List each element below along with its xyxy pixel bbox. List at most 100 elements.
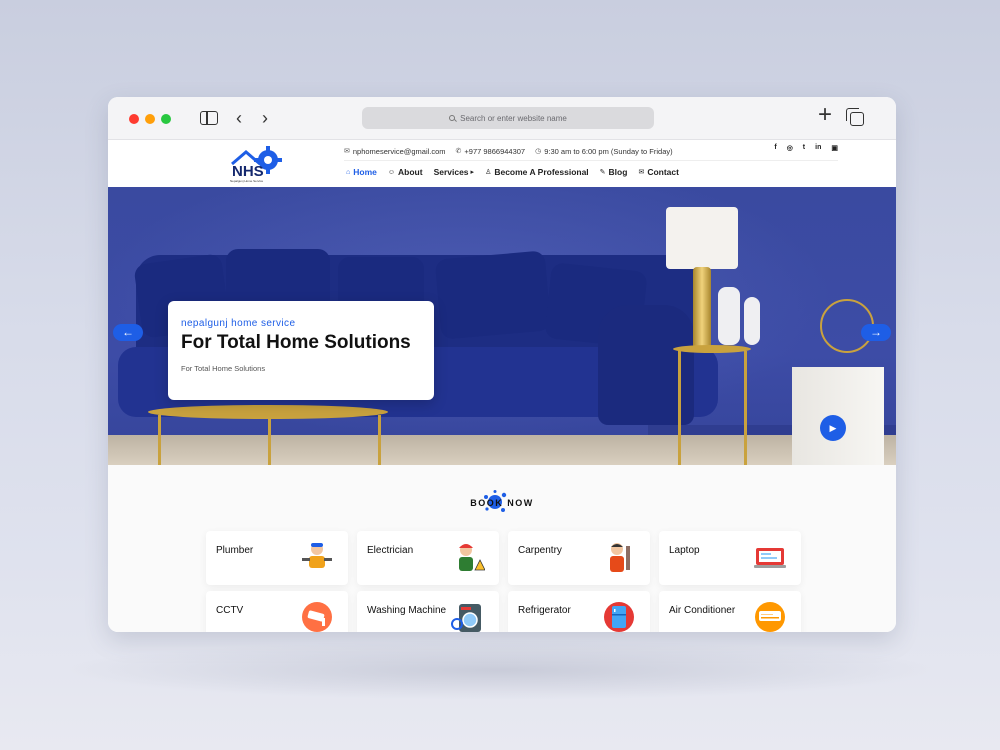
side-table-leg [678, 351, 681, 465]
side-table-leg [744, 351, 747, 465]
user-icon: ♙ [485, 169, 492, 176]
address-bar-placeholder: Search or enter website name [460, 113, 567, 123]
phone-text: +977 9866944307 [464, 146, 526, 156]
nav-label: Home [353, 167, 377, 177]
laptop-icon [754, 548, 786, 568]
vase [744, 297, 760, 345]
site-header: NHS Nepalgunj Home Service ✉ nphomeservi… [108, 140, 896, 187]
lamp-shade [666, 207, 738, 269]
search-icon [449, 115, 456, 121]
nav-label: About [398, 167, 423, 177]
phone-item[interactable]: ✆ +977 9866944307 [456, 147, 526, 156]
header-divider [344, 160, 838, 161]
coffee-table [148, 405, 388, 419]
twitter-icon[interactable]: t [803, 144, 805, 152]
book-now-section: BOOK NOW Plumber Electrician Carpentry L… [108, 465, 896, 632]
lamp-base [693, 267, 711, 349]
cctv-icon [302, 602, 332, 632]
nav-item-about[interactable]: ☺ About [388, 167, 423, 177]
service-label: Plumber [216, 545, 254, 556]
backdrop-shadow [60, 640, 940, 700]
instagram-icon[interactable]: ◎ [787, 144, 793, 152]
linkedin-icon[interactable]: in [815, 144, 821, 152]
youtube-icon[interactable]: ▣ [831, 144, 838, 152]
side-table [673, 345, 751, 353]
electrician-icon [459, 544, 485, 571]
sofa-pillow [434, 250, 552, 340]
slider-prev-button[interactable]: ← [113, 324, 143, 341]
back-arrow-icon[interactable]: ‹ [236, 109, 242, 127]
svg-text:Nepalgunj Home Service: Nepalgunj Home Service [230, 179, 264, 183]
book-now-title: BOOK NOW [470, 498, 534, 508]
phone-icon: ✆ [455, 148, 462, 155]
service-card-plumber[interactable]: Plumber [206, 531, 348, 585]
browser-window: ‹ › Search or enter website name + NHS N… [108, 97, 896, 632]
service-card-cctv[interactable]: CCTV [206, 591, 348, 632]
hours-item: ◷ 9:30 am to 6:00 pm (Sunday to Friday) [535, 147, 673, 156]
home-icon: ⌂ [346, 168, 351, 176]
carpenter-icon [610, 543, 630, 572]
tab-overview-icon[interactable] [846, 108, 864, 126]
table-leg [158, 415, 161, 465]
air-conditioner-icon [755, 602, 785, 632]
facebook-icon[interactable]: f [774, 144, 776, 152]
pencil-icon: ✎ [599, 169, 606, 176]
email-text: nphomeservice@gmail.com [352, 146, 446, 156]
nav-item-home[interactable]: ⌂ Home [346, 167, 377, 177]
nav-item-become-professional[interactable]: ♙ Become A Professional [485, 167, 589, 177]
hero-title: For Total Home Solutions [181, 332, 411, 353]
washing-machine-icon [451, 604, 481, 632]
service-card-washing-machine[interactable]: Washing Machine [357, 591, 499, 632]
slider-next-button[interactable]: → [861, 324, 891, 341]
forward-arrow-icon[interactable]: › [262, 109, 268, 127]
main-nav: ⌂ Home ☺ About Services ▸ ♙ Become A Pro… [346, 167, 679, 177]
vase [718, 287, 740, 345]
nhs-logo[interactable]: NHS Nepalgunj Home Service [224, 142, 290, 184]
maximize-window-button[interactable] [161, 114, 171, 124]
caret-right-icon: ▸ [470, 169, 475, 176]
service-label: Carpentry [518, 545, 562, 556]
hero-floor [108, 435, 896, 465]
envelope-icon: ✉ [344, 148, 350, 155]
contact-topbar: ✉ nphomeservice@gmail.com ✆ +977 9866944… [344, 144, 838, 158]
browser-toolbar: ‹ › Search or enter website name + [108, 97, 896, 140]
service-label: Electrician [367, 545, 414, 556]
close-window-button[interactable] [129, 114, 139, 124]
hours-text: 9:30 am to 6:00 pm (Sunday to Friday) [544, 146, 673, 156]
nav-label: Blog [608, 167, 628, 177]
table-leg [268, 419, 271, 465]
address-bar[interactable]: Search or enter website name [362, 107, 654, 129]
new-tab-plus-icon[interactable]: + [818, 103, 832, 127]
service-card-air-conditioner[interactable]: Air Conditioner [659, 591, 801, 632]
hero-description: For Total Home Solutions [181, 364, 266, 373]
service-card-laptop[interactable]: Laptop [659, 531, 801, 585]
hero-subtitle: nepalgunj home service [181, 318, 296, 329]
service-card-refrigerator[interactable]: Refrigerator [508, 591, 650, 632]
plumber-icon [302, 543, 332, 568]
nav-item-services[interactable]: Services ▸ [434, 167, 475, 177]
service-label: CCTV [216, 605, 244, 616]
table-leg [378, 415, 381, 465]
service-card-electrician[interactable]: Electrician [357, 531, 499, 585]
refrigerator-icon [604, 602, 634, 632]
nav-item-contact[interactable]: ✉ Contact [638, 167, 679, 177]
users-icon: ☺ [387, 168, 396, 176]
service-label: Air Conditioner [669, 605, 736, 616]
nav-label: Services [433, 167, 469, 177]
nav-label: Become A Professional [494, 167, 589, 177]
sidebar-toggle-icon[interactable] [200, 111, 218, 125]
hero-slider: nepalgunj home service For Total Home So… [108, 187, 896, 465]
service-label: Washing Machine [367, 605, 447, 616]
clock-icon: ◷ [535, 148, 542, 155]
contact-card-icon: ✉ [638, 169, 645, 176]
service-label: Laptop [669, 545, 700, 556]
minimize-window-button[interactable] [145, 114, 155, 124]
hero-caption-card: nepalgunj home service For Total Home So… [168, 301, 434, 400]
service-card-carpentry[interactable]: Carpentry [508, 531, 650, 585]
nav-item-blog[interactable]: ✎ Blog [600, 167, 628, 177]
social-links: f ◎ t in ▣ [774, 144, 838, 152]
email-item[interactable]: ✉ nphomeservice@gmail.com [344, 147, 446, 156]
service-label: Refrigerator [518, 605, 571, 616]
nav-label: Contact [647, 167, 679, 177]
play-video-button[interactable]: ▶ [820, 415, 846, 441]
